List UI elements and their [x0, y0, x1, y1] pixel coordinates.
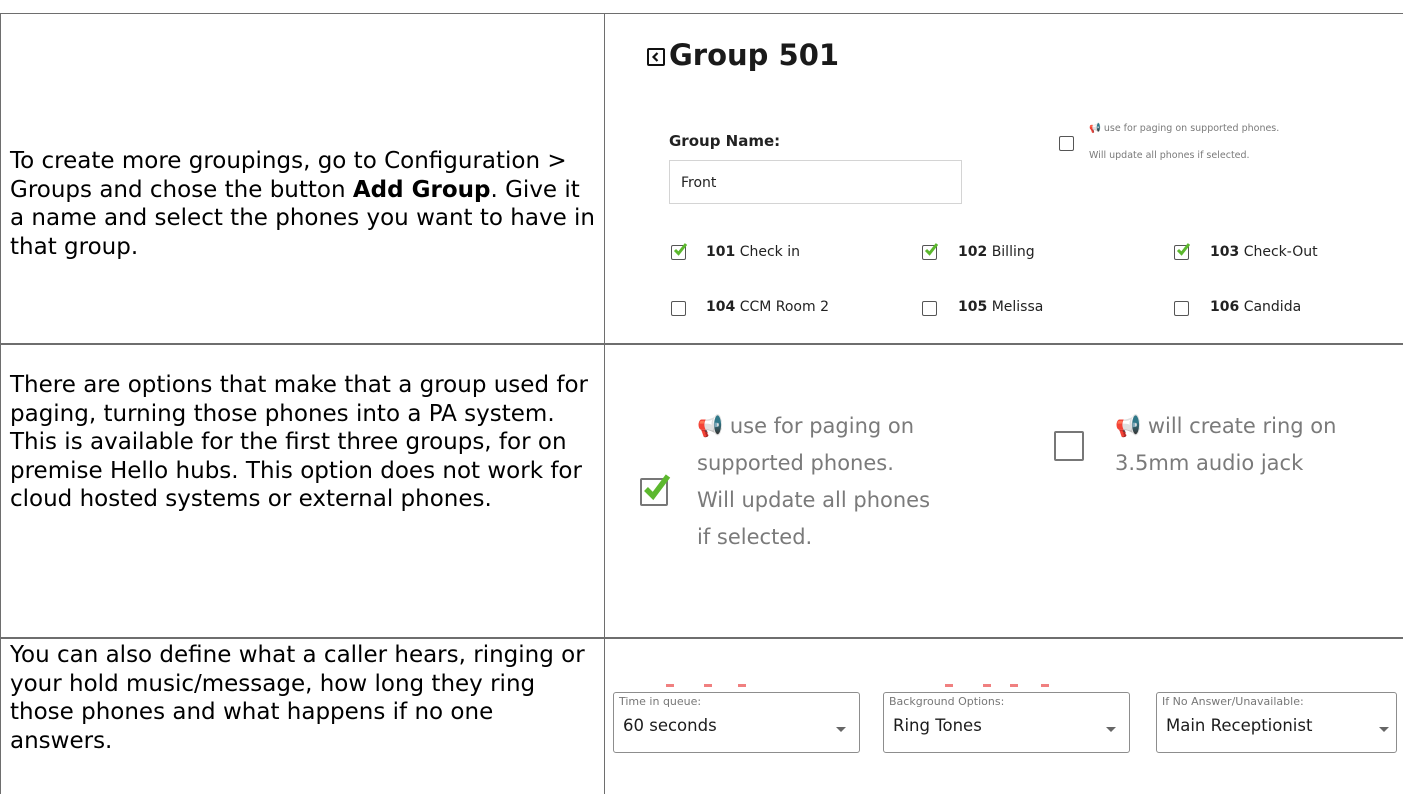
add-group-bold-label: Add Group: [352, 176, 491, 203]
checkmark-icon: [924, 243, 938, 256]
phone-checkbox-101[interactable]: [671, 243, 687, 260]
background-options-label: Background Options:: [889, 695, 1005, 708]
decorative-mark: [666, 684, 674, 687]
time-in-queue-select[interactable]: Time in queue: 60 seconds: [613, 692, 860, 753]
phone-label-106: 106 Candida: [1210, 299, 1302, 315]
table-border-left: [0, 13, 1, 794]
phone-label-101: 101 Check in: [706, 244, 800, 260]
paging-option-line-2: Will update all phones if selected.: [1089, 150, 1250, 161]
caret-down-icon: [1379, 727, 1389, 732]
phone-label-104: 104 CCM Room 2: [706, 299, 829, 315]
decorative-mark: [983, 684, 991, 687]
caret-down-icon: [1106, 727, 1116, 732]
decorative-mark: [704, 684, 712, 687]
table-border-top: [0, 13, 1403, 14]
phone-checkbox-104[interactable]: [671, 301, 686, 316]
row-3-description: You can also define what a caller hears,…: [10, 642, 585, 754]
paging-option-line: if selected.: [697, 525, 813, 549]
paging-option-line: supported phones.: [697, 451, 894, 475]
phone-checkbox-103[interactable]: [1174, 243, 1190, 260]
time-in-queue-value: 60 seconds: [623, 716, 717, 735]
decorative-mark: [1041, 684, 1049, 687]
phone-label-103: 103 Check-Out: [1210, 244, 1318, 260]
paging-option-line-1: 📢 use for paging on supported phones.: [1089, 123, 1280, 134]
paging-option-line: Will update all phones: [697, 488, 931, 512]
no-answer-label: If No Answer/Unavailable:: [1162, 695, 1304, 708]
phone-label-105: 105 Melissa: [958, 299, 1044, 315]
phone-label-102: 102 Billing: [958, 244, 1035, 260]
ring-option-line: 📢 will create ring on: [1115, 414, 1337, 438]
no-answer-value: Main Receptionist: [1166, 716, 1313, 735]
ring-option-line: 3.5mm audio jack: [1115, 451, 1304, 475]
paging-option-checkbox[interactable]: [1059, 136, 1074, 151]
paging-option-line: 📢 use for paging on: [697, 414, 915, 438]
caret-down-icon: [836, 727, 846, 732]
group-title: Group 501: [669, 38, 840, 72]
row-2-description: There are options that make that a group…: [10, 372, 588, 512]
table-row-divider-1: [0, 343, 1403, 345]
phone-checkbox-105[interactable]: [922, 301, 937, 316]
time-in-queue-label: Time in queue:: [619, 695, 702, 708]
paging-checkbox[interactable]: [640, 474, 671, 506]
back-arrow-icon[interactable]: [647, 48, 665, 66]
group-name-input[interactable]: Front: [669, 160, 962, 204]
background-options-value: Ring Tones: [893, 716, 982, 735]
phone-checkbox-106[interactable]: [1174, 301, 1189, 316]
table-row-divider-2: [0, 637, 1403, 639]
group-name-label: Group Name:: [669, 132, 781, 150]
ring-option-text: 📢 will create ring on 3.5mm audio jack: [1115, 408, 1336, 482]
checkmark-icon: [1176, 243, 1190, 256]
ring-checkbox[interactable]: [1054, 431, 1084, 461]
decorative-mark: [945, 684, 953, 687]
checkmark-icon: [673, 243, 687, 256]
checkmark-icon: [644, 474, 671, 501]
row-1-description: To create more groupings, go to Configur…: [10, 147, 600, 261]
decorative-mark: [1010, 684, 1018, 687]
phone-checkbox-102[interactable]: [922, 243, 938, 260]
group-name-value: Front: [681, 175, 717, 191]
decorative-mark: [738, 684, 746, 687]
background-options-select[interactable]: Background Options: Ring Tones: [883, 692, 1130, 753]
table-column-divider: [604, 13, 605, 794]
paging-option-text: 📢 use for paging on supported phones. Wi…: [697, 408, 930, 556]
no-answer-select[interactable]: If No Answer/Unavailable: Main Reception…: [1156, 692, 1397, 753]
